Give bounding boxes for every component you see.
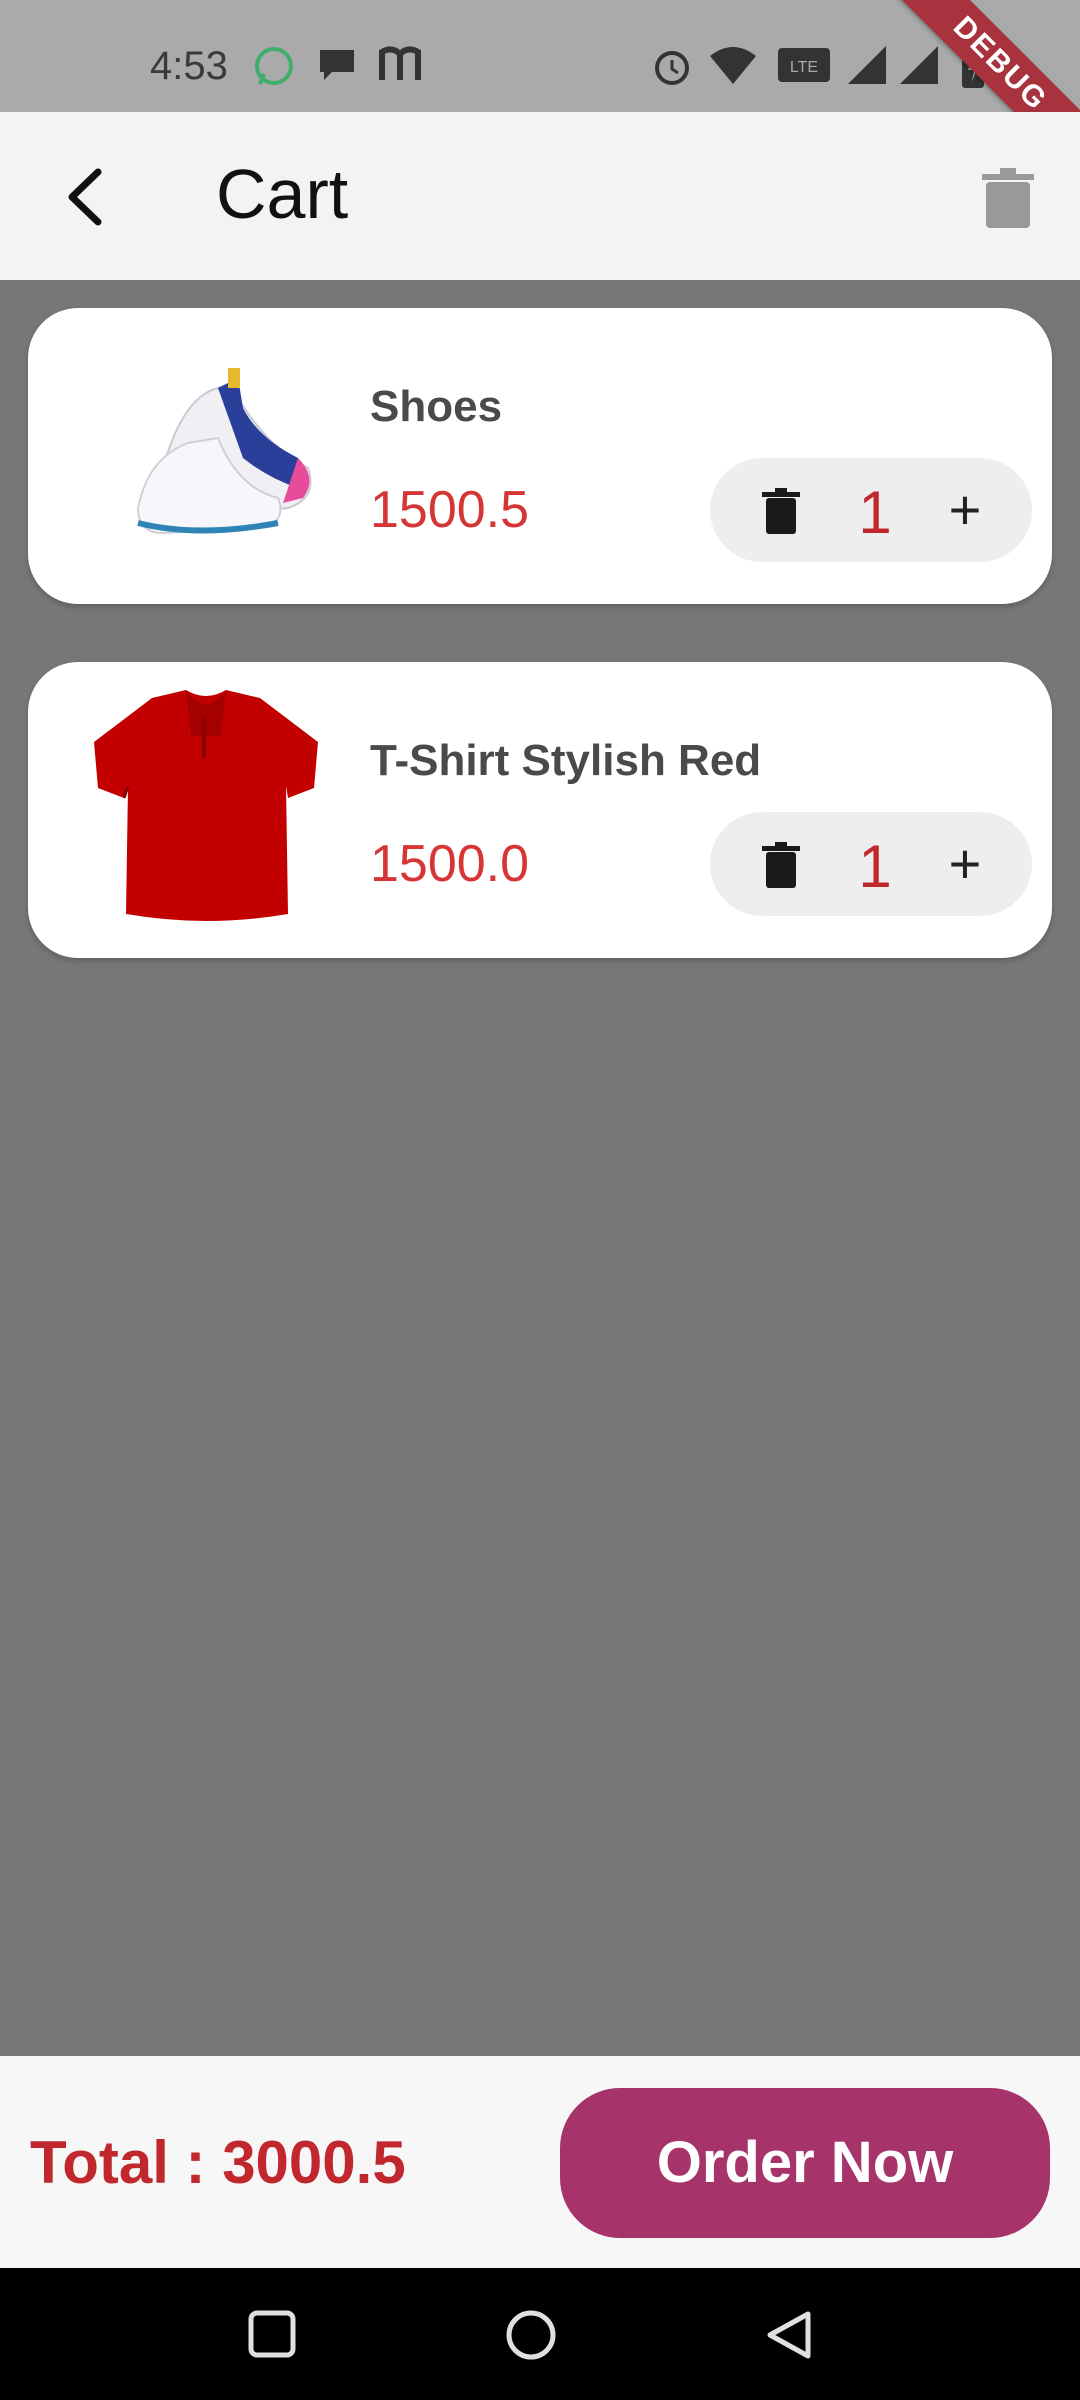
volte-icon: LTE — [778, 48, 830, 82]
cart-total: Total : 3000.5 — [30, 2129, 406, 2196]
item-name: T-Shirt Stylish Red — [370, 736, 762, 785]
quantity-value: 1 — [858, 479, 892, 546]
status-bar: 4:53 LTE DEBUG — [0, 0, 1080, 188]
clear-cart-trash-icon[interactable] — [980, 168, 1036, 230]
shoes-image — [136, 368, 312, 535]
cart-item-card: Shoes 1500.5 1 + — [28, 308, 1052, 604]
increment-button[interactable]: + — [942, 480, 988, 540]
checkout-bar: Total : 3000.5 Order Now — [0, 2056, 1080, 2268]
wifi-icon — [710, 47, 756, 84]
signal-icon — [900, 46, 938, 84]
back-icon[interactable] — [762, 2308, 816, 2362]
alarm-icon — [655, 51, 689, 85]
status-time: 4:53 — [150, 44, 228, 88]
back-arrow-icon[interactable] — [54, 162, 124, 232]
whatsapp-icon — [255, 47, 293, 85]
quantity-stepper: 1 + — [710, 812, 1032, 916]
svg-text:LTE: LTE — [790, 59, 818, 76]
remove-item-trash-icon[interactable] — [762, 842, 800, 888]
page-title: Cart — [216, 155, 349, 233]
quantity-stepper: 1 + — [710, 458, 1032, 562]
message-icon — [320, 50, 354, 80]
home-icon[interactable] — [504, 2308, 558, 2362]
system-nav-bar — [0, 2268, 1080, 2400]
tshirt-image — [94, 690, 318, 921]
recents-icon[interactable] — [246, 2308, 298, 2360]
item-name: Shoes — [370, 382, 503, 431]
item-price: 1500.5 — [370, 481, 530, 539]
app-bar: Cart — [0, 112, 1080, 280]
item-price: 1500.0 — [370, 835, 530, 893]
increment-button[interactable]: + — [942, 834, 988, 894]
remove-item-trash-icon[interactable] — [762, 488, 800, 534]
order-now-button[interactable]: Order Now — [560, 2088, 1050, 2238]
quantity-value: 1 — [858, 833, 892, 900]
m-app-icon — [379, 46, 421, 80]
signal-icon — [848, 46, 886, 84]
cart-item-card: T-Shirt Stylish Red 1500.0 1 + — [28, 662, 1052, 958]
